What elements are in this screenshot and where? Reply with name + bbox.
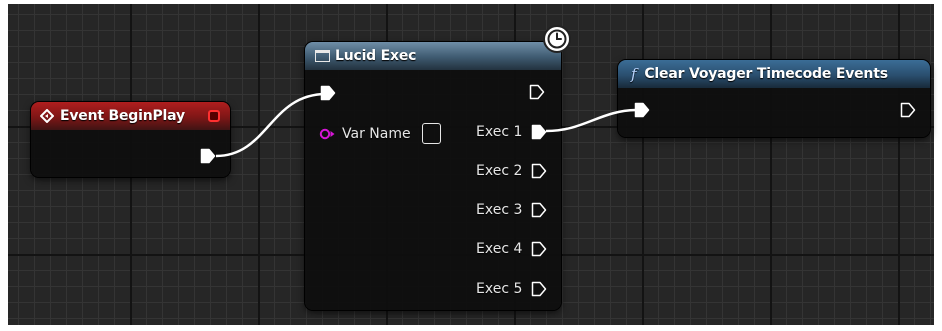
exec-4-output-pin[interactable] — [531, 241, 547, 257]
node-title: Clear Voyager Timecode Events — [644, 66, 888, 82]
lucid-exec-node[interactable]: Lucid Exec Var Name Exec 1 Exec 2 Exec 3… — [305, 42, 561, 310]
node-header: f Clear Voyager Timecode Events — [618, 60, 930, 88]
var-name-label: Var Name — [342, 126, 411, 142]
function-icon: f — [631, 65, 637, 83]
clear-voyager-timecode-events-node[interactable]: f Clear Voyager Timecode Events — [618, 60, 930, 137]
exec-2-label: Exec 2 — [476, 163, 523, 179]
node-header: Event BeginPlay — [31, 102, 230, 130]
event-diamond-icon — [39, 108, 55, 124]
exec-input-pin[interactable] — [320, 85, 336, 101]
clock-icon — [543, 25, 571, 53]
exec-3-output-pin[interactable] — [531, 202, 547, 218]
exec-1-output-pin[interactable] — [531, 124, 547, 140]
exec-output-pin[interactable] — [200, 148, 216, 164]
node-title: Lucid Exec — [335, 48, 417, 64]
event-beginplay-node[interactable]: Event BeginPlay — [31, 102, 230, 177]
exec-1-label: Exec 1 — [476, 124, 523, 140]
exec-5-label: Exec 5 — [476, 281, 523, 297]
exec-4-label: Exec 4 — [476, 241, 523, 257]
window-icon — [315, 50, 330, 62]
exec-3-label: Exec 3 — [476, 202, 523, 218]
exec-input-pin[interactable] — [634, 102, 650, 118]
exec-2-output-pin[interactable] — [531, 163, 547, 179]
var-name-field[interactable] — [422, 123, 441, 144]
node-header: Lucid Exec — [305, 42, 561, 70]
variable-pin-icon[interactable] — [319, 127, 337, 141]
exec-output-pin[interactable] — [529, 84, 545, 100]
output-delegate-pin[interactable] — [208, 110, 220, 122]
node-title: Event BeginPlay — [60, 108, 185, 124]
exec-output-pin[interactable] — [900, 102, 916, 118]
exec-5-output-pin[interactable] — [531, 281, 547, 297]
